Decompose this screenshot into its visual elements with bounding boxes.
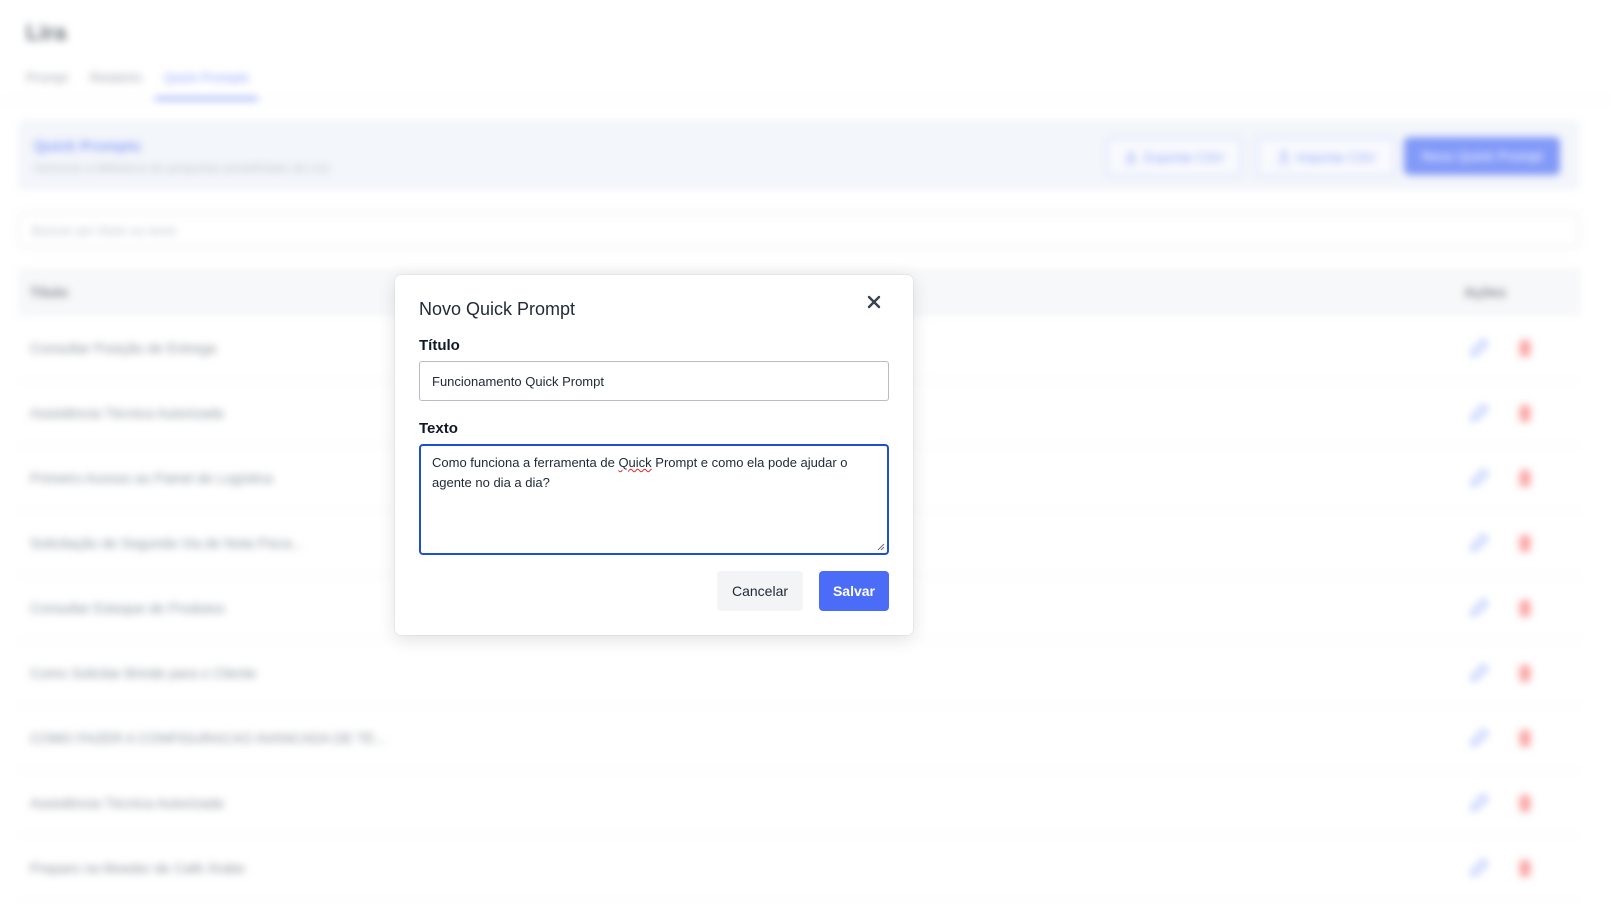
close-icon [867, 295, 881, 309]
text-textarea[interactable]: Como funciona a ferramenta de Quick Prom… [419, 444, 889, 555]
title-input[interactable]: Funcionamento Quick Prompt [419, 361, 889, 401]
resize-handle-icon[interactable] [876, 542, 885, 551]
text-value-part: Como funciona a ferramenta de [432, 455, 619, 470]
cancel-button[interactable]: Cancelar [717, 571, 803, 611]
title-field-label: Título [419, 337, 460, 354]
misspelled-word: Quick [618, 455, 652, 470]
save-button[interactable]: Salvar [819, 571, 889, 611]
text-field-label: Texto [419, 420, 458, 437]
close-button[interactable] [861, 289, 887, 315]
new-quick-prompt-dialog: Novo Quick Prompt Título Funcionamento Q… [395, 275, 913, 635]
dialog-title: Novo Quick Prompt [419, 299, 576, 319]
